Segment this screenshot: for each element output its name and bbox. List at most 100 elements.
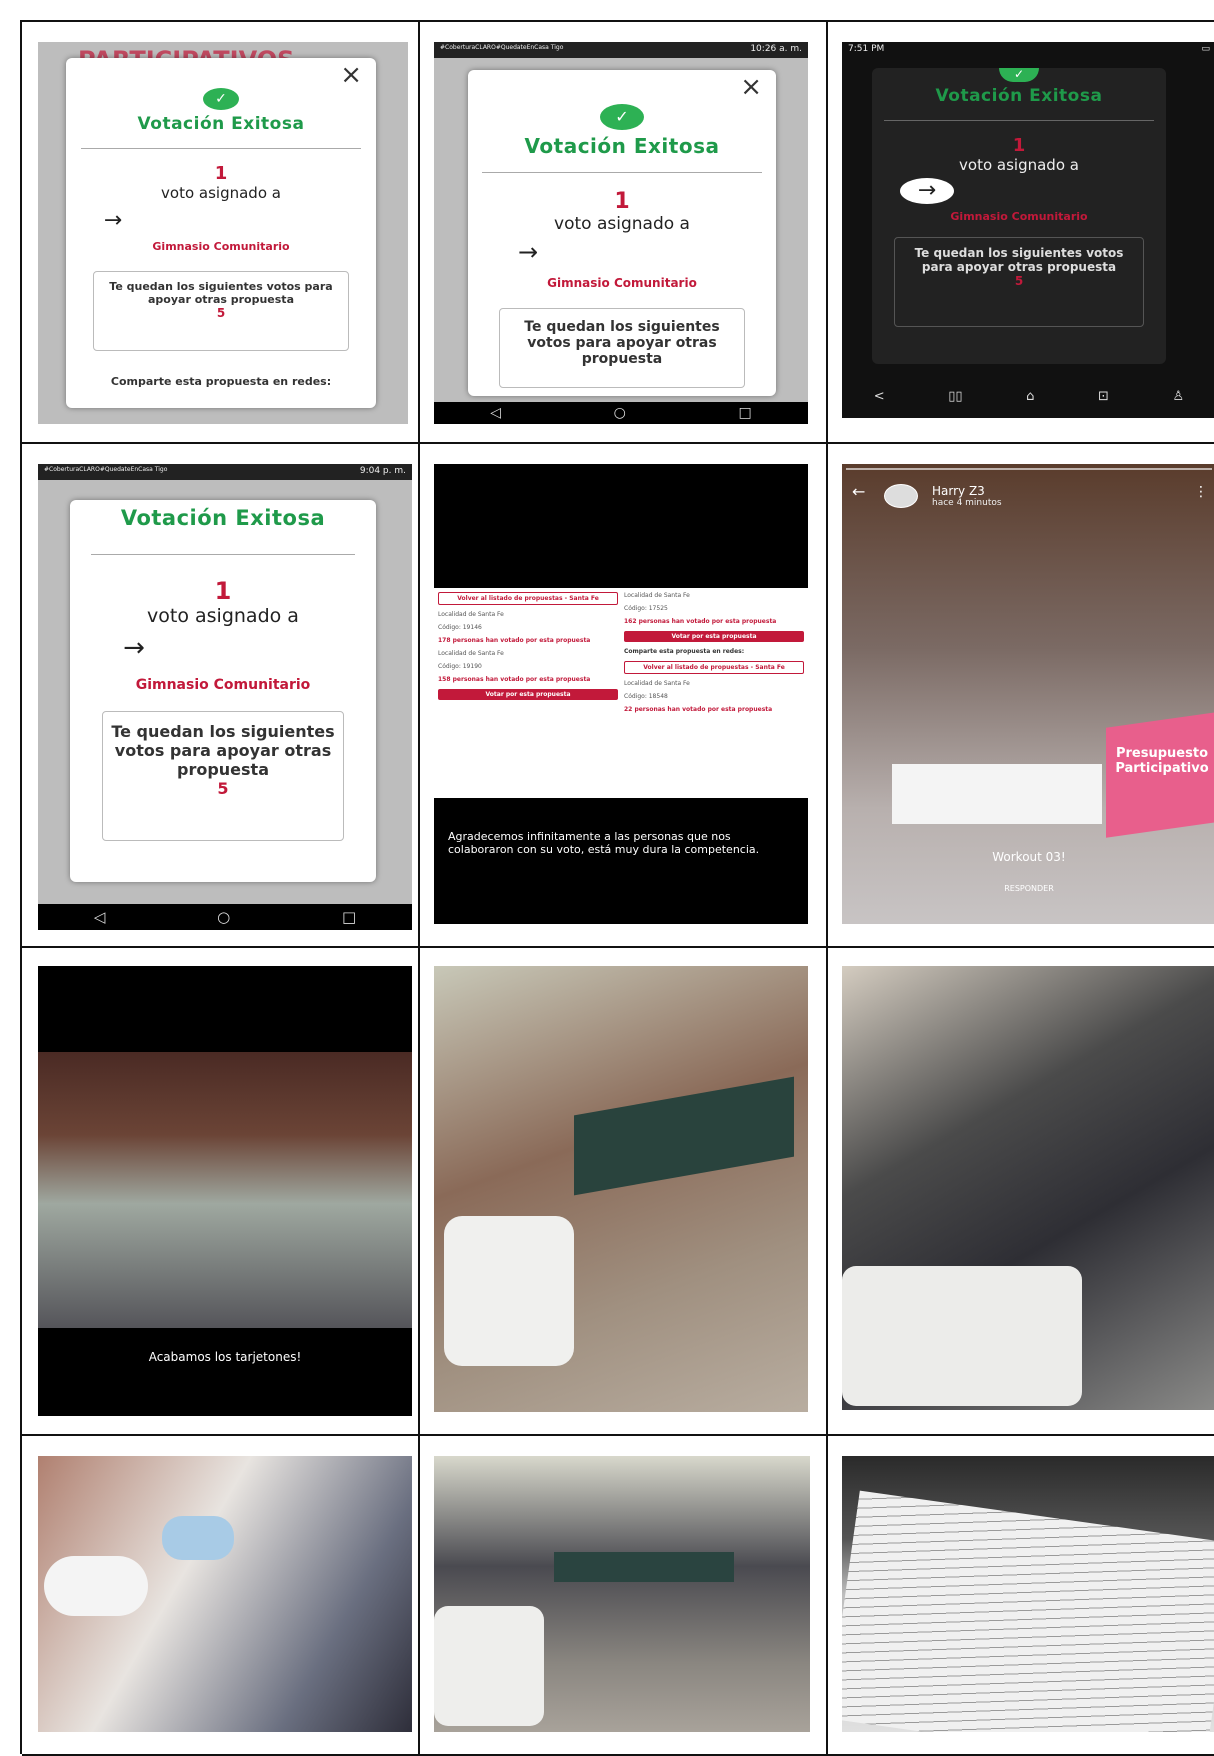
reply-button[interactable]: RESPONDER	[842, 884, 1214, 893]
checkmark-icon: ✓	[999, 68, 1039, 82]
avatar	[884, 484, 918, 508]
home-icon[interactable]: ○	[614, 405, 626, 421]
white-chair	[444, 1216, 574, 1366]
dialog-title: Votación Exitosa	[137, 114, 305, 134]
home-icon[interactable]: ○	[217, 908, 230, 926]
face-mask	[44, 1556, 148, 1616]
vote-button[interactable]: Votar por esta propuesta	[624, 631, 804, 642]
clock-text: 10:26 a. m.	[750, 44, 802, 54]
remaining-votes-text: Te quedan los siguientes votos para apoy…	[109, 280, 333, 306]
dialog-title: Votación Exitosa	[524, 134, 720, 158]
story-time: hace 4 minutos	[932, 498, 1002, 508]
votes-count-text: 178 personas han votado por esta propues…	[438, 637, 591, 644]
arrow-right-icon[interactable]: →	[508, 238, 548, 266]
selfie-photo	[38, 1456, 412, 1732]
table	[574, 1076, 794, 1196]
back-to-list-button[interactable]: Volver al listado de propuestas - Santa …	[624, 661, 804, 674]
code-text: Código: 17525	[624, 605, 668, 612]
grid-cell-r1c2: #CoberturaCLARO#QuedateEnCasa Tigo 10:26…	[420, 22, 828, 444]
recents-icon[interactable]: □	[342, 908, 356, 926]
book-icon[interactable]: ▯▯	[948, 389, 962, 404]
android-nav-bar: < ▯▯ ⌂ ⊡ ♙	[842, 374, 1214, 418]
table	[554, 1552, 734, 1582]
back-icon[interactable]: <	[874, 389, 885, 404]
remaining-votes-count: 5	[216, 306, 226, 320]
ballot-box-label: Presupuesto Participativo	[1115, 746, 1209, 776]
code-text: Código: 19190	[438, 663, 482, 670]
vote-assigned-text: voto asignado a	[147, 605, 299, 627]
grid-cell-r1c3: 7:51 PM ▭ ✓ Votación Exitosa 1 voto asig…	[828, 22, 1214, 444]
clock-text: 7:51 PM	[848, 44, 885, 54]
dialog-title: Votación Exitosa	[935, 86, 1103, 106]
vote-button[interactable]: Votar por esta propuesta	[438, 689, 618, 700]
remaining-votes-box: Te quedan los siguientes votos para apoy…	[93, 271, 349, 351]
phone-screenshot: #CoberturaCLARO#QuedateEnCasa Tigo 10:26…	[434, 42, 808, 424]
remaining-votes-text: Te quedan los siguientes votos para apoy…	[524, 319, 720, 367]
vote-count: 1	[614, 189, 630, 214]
home-icon[interactable]: ⌂	[1026, 389, 1034, 404]
ballot-sheet-photo	[842, 1456, 1214, 1732]
back-arrow-icon[interactable]: ←	[852, 482, 865, 501]
remaining-votes-box: Te quedan los siguientes votos para apoy…	[499, 308, 745, 388]
status-bar: #CoberturaCLARO#QuedateEnCasa Tigo 9:04 …	[38, 464, 412, 480]
back-to-list-button[interactable]: Volver al listado de propuestas - Santa …	[438, 592, 618, 605]
back-icon[interactable]: ◁	[490, 405, 501, 421]
story-photo: Acabamos los tarjetones!	[38, 966, 412, 1416]
grid-cell-r3c1: Acabamos los tarjetones!	[22, 948, 420, 1436]
phone-screenshot: #CoberturaCLARO#QuedateEnCasa Tigo 9:04 …	[38, 464, 412, 930]
grid-cell-r3c2	[420, 948, 828, 1436]
face-mask	[162, 1516, 234, 1560]
white-chair	[842, 1266, 1082, 1406]
locality-text: Localidad de Santa Fe	[624, 592, 690, 599]
user-icon[interactable]: ♙	[1172, 389, 1184, 404]
grid-cell-r2c3: ← Harry Z3 hace 4 minutos ⋮ Presupuesto …	[828, 444, 1214, 948]
project-name: Gimnasio Comunitario	[135, 677, 311, 693]
story-message: Agradecemos infinitamente a las personas…	[448, 830, 760, 856]
vote-assigned-text: voto asignado a	[554, 214, 690, 234]
white-chair	[434, 1606, 544, 1726]
phone-screenshot: PARTICIPATIVOS × ✓ Votación Exitosa 1 vo…	[38, 42, 408, 424]
close-icon[interactable]: ×	[740, 74, 762, 100]
arrow-right-icon[interactable]: →	[900, 178, 954, 204]
carrier-text: #CoberturaCLARO#QuedateEnCasa Tigo	[44, 466, 168, 473]
story-photo: ← Harry Z3 hace 4 minutos ⋮ Presupuesto …	[842, 464, 1214, 924]
grid-cell-r4c1	[22, 1436, 420, 1756]
battery-icon: ▭	[1201, 44, 1210, 54]
share-text: Comparte esta propuesta en redes:	[624, 648, 745, 655]
people-at-table-photo	[434, 1456, 810, 1732]
table	[892, 764, 1102, 824]
locality-text: Localidad de Santa Fe	[438, 650, 504, 657]
status-bar: #CoberturaCLARO#QuedateEnCasa Tigo 10:26…	[434, 42, 808, 58]
grid-cell-r2c1: #CoberturaCLARO#QuedateEnCasa Tigo 9:04 …	[22, 444, 420, 948]
arrow-right-icon[interactable]: →	[96, 208, 130, 234]
project-name: Gimnasio Comunitario	[547, 276, 697, 290]
project-name: Gimnasio Comunitario	[950, 210, 1088, 223]
android-nav-bar: ◁ ○ □	[434, 402, 808, 424]
grid-cell-r4c2	[420, 1436, 828, 1756]
close-icon[interactable]: ×	[340, 62, 362, 88]
story-progress-bar	[846, 468, 1212, 470]
votes-count-text: 158 personas han votado por esta propues…	[438, 676, 591, 683]
recents-icon[interactable]: □	[738, 405, 751, 421]
remaining-votes-box: Te quedan los siguientes votos para apoy…	[894, 237, 1144, 327]
votes-count-text: 162 personas han votado por esta propues…	[624, 618, 777, 625]
gamepad-icon[interactable]: ⊡	[1098, 389, 1109, 404]
proposal-collage: Volver al listado de propuestas - Santa …	[434, 588, 808, 798]
grid-cell-r2c2: Volver al listado de propuestas - Santa …	[420, 444, 828, 948]
phone-screenshot: 7:51 PM ▭ ✓ Votación Exitosa 1 voto asig…	[842, 42, 1214, 418]
back-icon[interactable]: ◁	[94, 908, 106, 926]
code-text: Código: 19146	[438, 624, 482, 631]
story-screenshot: Volver al listado de propuestas - Santa …	[434, 464, 808, 924]
votes-count-text: 22 personas han votado por esta propuest…	[624, 706, 773, 713]
more-options-icon[interactable]: ⋮	[1194, 484, 1208, 500]
gym-crowd-photo	[38, 1052, 412, 1328]
arrow-right-icon[interactable]: →	[114, 633, 154, 665]
vote-count: 1	[1012, 135, 1026, 156]
tally-sheet	[842, 1490, 1214, 1732]
checkmark-icon: ✓	[600, 104, 644, 130]
locality-text: Localidad de Santa Fe	[438, 611, 504, 618]
vote-assigned-text: voto asignado a	[161, 184, 281, 202]
locality-text: Localidad de Santa Fe	[624, 680, 690, 687]
remaining-votes-text: Te quedan los siguientes votos para apoy…	[914, 246, 1124, 274]
grid-cell-r4c3	[828, 1436, 1214, 1756]
